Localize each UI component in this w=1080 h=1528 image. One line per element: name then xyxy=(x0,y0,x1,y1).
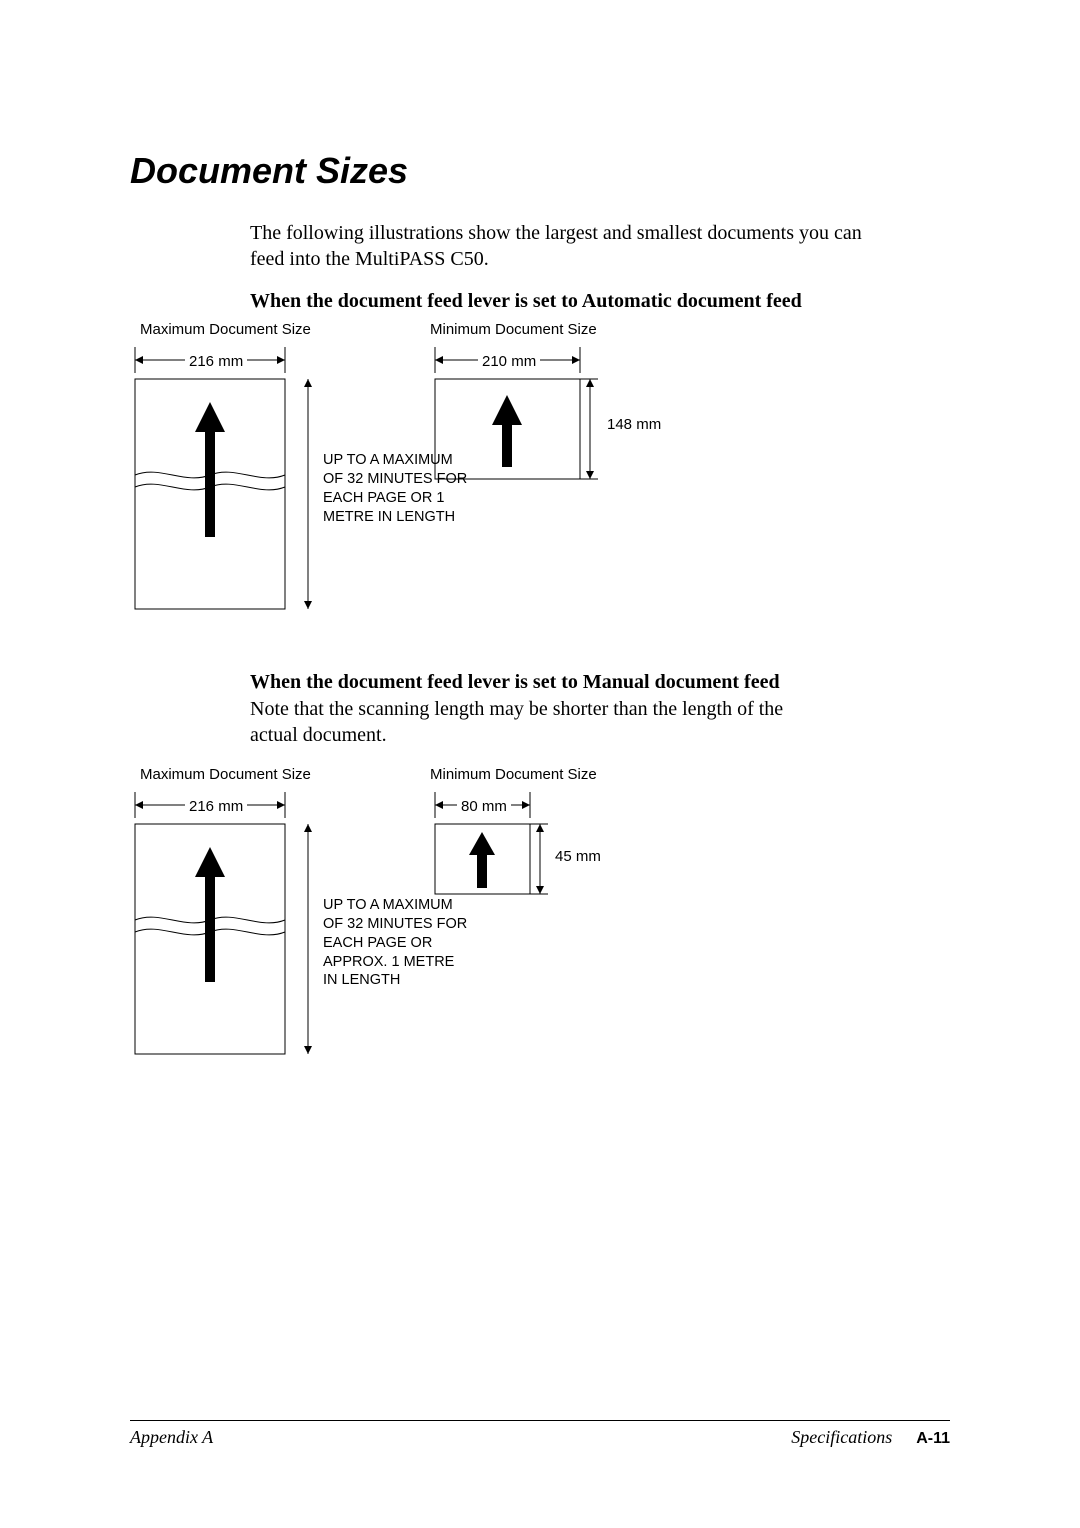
manual-subhead: When the document feed lever is set to M… xyxy=(130,671,950,694)
footer-section-name: Specifications xyxy=(791,1427,892,1447)
page-heading: Document Sizes xyxy=(130,150,950,192)
manual-max-height-dim xyxy=(298,824,318,1054)
auto-subhead: When the document feed lever is set to A… xyxy=(130,290,950,313)
auto-min-title: Minimum Document Size xyxy=(430,321,597,338)
manual-max-width-label: 216 mm xyxy=(185,798,247,815)
manual-max-title: Maximum Document Size xyxy=(140,766,311,783)
manual-min-title: Minimum Document Size xyxy=(430,766,597,783)
intro-paragraph: The following illustrations show the lar… xyxy=(130,220,950,272)
manual-note-paragraph: Note that the scanning length may be sho… xyxy=(130,696,950,748)
page-footer: Appendix A Specifications A-11 xyxy=(130,1420,950,1448)
footer-appendix: Appendix A xyxy=(130,1427,213,1448)
auto-min-width-label: 210 mm xyxy=(478,353,540,370)
manual-min-width-label: 80 mm xyxy=(457,798,511,815)
auto-min-height-label: 148 mm xyxy=(607,416,661,433)
manual-figures: Maximum Document Size Minimum Document S… xyxy=(130,766,950,1076)
auto-max-title: Maximum Document Size xyxy=(140,321,311,338)
auto-max-diagram xyxy=(130,347,290,617)
manual-min-height-label: 45 mm xyxy=(555,848,601,865)
manual-page: Document Sizes The following illustratio… xyxy=(0,0,1080,1528)
auto-figures: Maximum Document Size Minimum Document S… xyxy=(130,321,950,631)
auto-max-height-dim xyxy=(298,379,318,609)
footer-page-number: A-11 xyxy=(916,1430,950,1447)
footer-rule xyxy=(130,1420,950,1421)
manual-max-diagram xyxy=(130,792,290,1062)
auto-max-width-label: 216 mm xyxy=(185,353,247,370)
